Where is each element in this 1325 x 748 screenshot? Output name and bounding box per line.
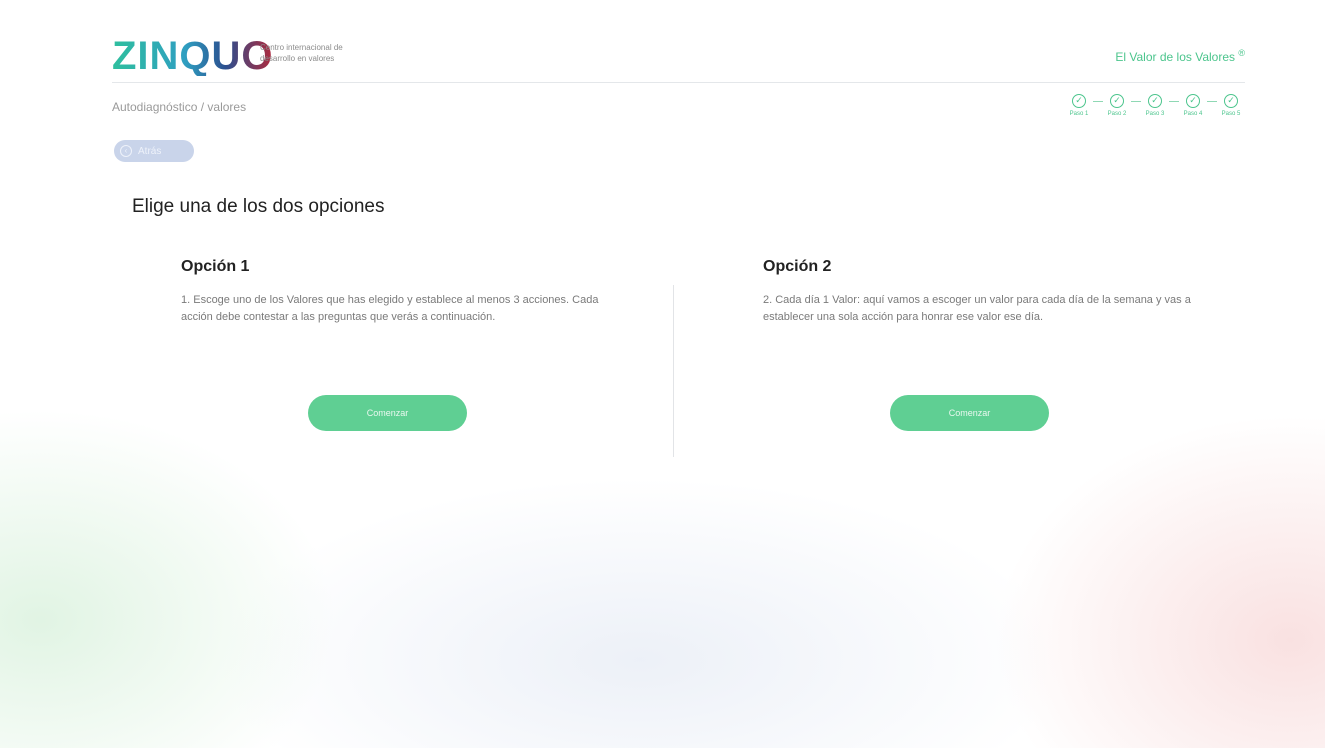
brand-title-text: El Valor de los Valores xyxy=(1115,50,1236,64)
step-4: ✓ Paso 4 xyxy=(1179,94,1207,117)
option-2-start-button[interactable]: Comenzar xyxy=(890,395,1049,431)
step-label: Paso 1 xyxy=(1069,111,1089,117)
option-1-title: Opción 1 xyxy=(181,258,250,275)
page-title: Elige una de los dos opciones xyxy=(132,196,385,217)
logo-tagline: Centro internacional de desarrollo en va… xyxy=(260,43,343,63)
app-header: ZINQUO Centro internacional de desarroll… xyxy=(112,34,1245,83)
step-connector xyxy=(1207,101,1217,102)
option-2-card: Opción 2 2. Cada día 1 Valor: aquí vamos… xyxy=(763,258,1203,326)
step-label: Paso 5 xyxy=(1221,111,1241,117)
step-3: ✓ Paso 3 xyxy=(1141,94,1169,117)
step-5: ✓ Paso 5 xyxy=(1217,94,1245,117)
step-1: ✓ Paso 1 xyxy=(1065,94,1093,117)
back-button-label: Atrás xyxy=(138,145,162,157)
check-circle-icon: ✓ xyxy=(1186,94,1200,108)
step-label: Paso 4 xyxy=(1183,111,1203,117)
options-divider xyxy=(673,285,674,457)
arrow-left-icon: ‹ xyxy=(120,145,132,157)
breadcrumb: Autodiagnóstico / valores xyxy=(112,100,247,114)
check-circle-icon: ✓ xyxy=(1148,94,1162,108)
back-button[interactable]: ‹ Atrás xyxy=(114,140,194,162)
step-label: Paso 3 xyxy=(1145,111,1165,117)
option-1-card: Opción 1 1. Escoge uno de los Valores qu… xyxy=(181,258,621,326)
check-circle-icon: ✓ xyxy=(1110,94,1124,108)
step-label: Paso 2 xyxy=(1107,111,1127,117)
zinquo-logo[interactable]: ZINQUO xyxy=(112,36,274,76)
option-1-start-button[interactable]: Comenzar xyxy=(308,395,467,431)
option-2-title: Opción 2 xyxy=(763,258,832,275)
step-2: ✓ Paso 2 xyxy=(1103,94,1131,117)
step-connector xyxy=(1093,101,1103,102)
step-connector xyxy=(1169,101,1179,102)
brand-mark: ® xyxy=(1238,48,1245,58)
step-connector xyxy=(1131,101,1141,102)
check-circle-icon: ✓ xyxy=(1072,94,1086,108)
check-circle-icon: ✓ xyxy=(1224,94,1238,108)
brand-title: El Valor de los Valores ® xyxy=(1115,48,1245,64)
option-2-description: 2. Cada día 1 Valor: aquí vamos a escoge… xyxy=(763,294,1191,323)
option-1-description: 1. Escoge uno de los Valores que has ele… xyxy=(181,294,599,323)
progress-steps: ✓ Paso 1 ✓ Paso 2 ✓ Paso 3 ✓ Paso 4 ✓ Pa… xyxy=(1065,94,1245,117)
